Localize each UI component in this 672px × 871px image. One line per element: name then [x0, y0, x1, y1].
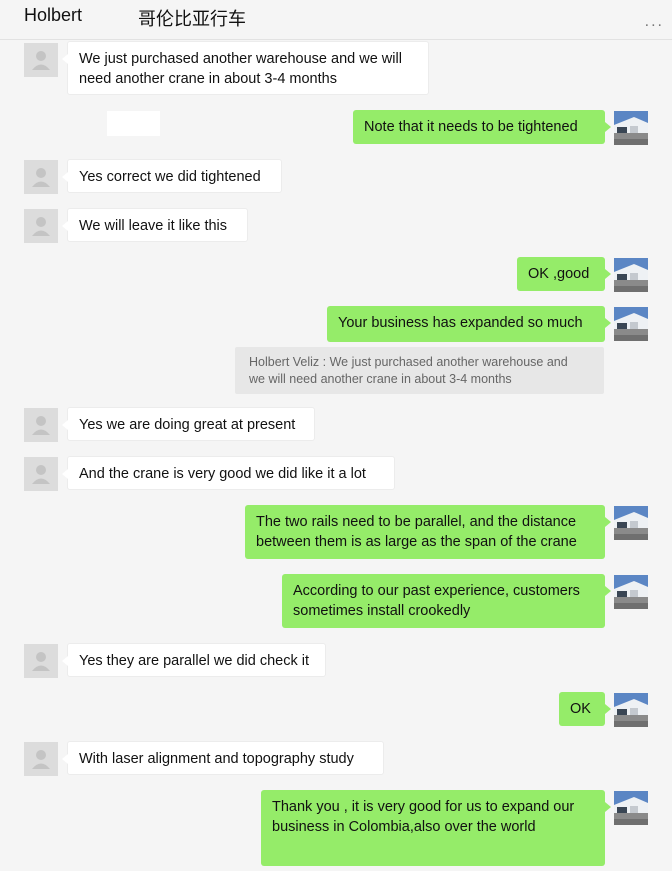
message-bubble-outgoing[interactable]: OK	[559, 692, 611, 726]
default-person-icon	[24, 43, 58, 77]
contact-avatar[interactable]	[24, 209, 58, 243]
default-person-icon	[24, 457, 58, 491]
message-bubble-outgoing[interactable]: The two rails need to be parallel, and t…	[245, 505, 611, 559]
contact-avatar[interactable]	[24, 742, 58, 776]
message-bubble-outgoing[interactable]: Your business has expanded so much	[327, 306, 611, 342]
my-avatar[interactable]	[614, 506, 648, 540]
more-options-icon[interactable]: ...	[645, 14, 664, 30]
my-avatar[interactable]	[614, 693, 648, 727]
warehouse-photo-avatar	[614, 307, 648, 341]
default-person-icon	[24, 408, 58, 442]
my-avatar[interactable]	[614, 575, 648, 609]
warehouse-photo-avatar	[614, 693, 648, 727]
contact-avatar[interactable]	[24, 43, 58, 77]
warehouse-photo-avatar	[614, 258, 648, 292]
warehouse-photo-avatar	[614, 791, 648, 825]
my-avatar[interactable]	[614, 307, 648, 341]
warehouse-photo-avatar	[614, 506, 648, 540]
message-bubble-incoming[interactable]: Yes they are parallel we did check it	[62, 643, 326, 677]
contact-name[interactable]: Holbert	[24, 5, 82, 26]
my-avatar[interactable]	[614, 258, 648, 292]
message-bubble-outgoing[interactable]: Note that it needs to be tightened	[353, 110, 611, 144]
message-bubble-incoming[interactable]: With laser alignment and topography stud…	[62, 741, 384, 775]
contact-avatar[interactable]	[24, 457, 58, 491]
message-bubble-outgoing[interactable]: OK ,good	[517, 257, 611, 291]
message-bubble-incoming[interactable]: And the crane is very good we did like i…	[62, 456, 395, 490]
warehouse-photo-avatar	[614, 575, 648, 609]
message-bubble-incoming[interactable]: We just purchased another warehouse and …	[62, 41, 429, 95]
my-avatar[interactable]	[614, 111, 648, 145]
default-person-icon	[24, 742, 58, 776]
message-bubble-incoming[interactable]: Yes correct we did tightened	[62, 159, 282, 193]
default-person-icon	[24, 160, 58, 194]
default-person-icon	[24, 644, 58, 678]
contact-remark: 哥伦比亚行车	[138, 9, 246, 30]
chat-header: Holbert 哥伦比亚行车 ...	[0, 0, 672, 40]
message-bubble-outgoing[interactable]: According to our past experience, custom…	[282, 574, 611, 628]
contact-avatar[interactable]	[24, 408, 58, 442]
contact-avatar[interactable]	[24, 160, 58, 194]
my-avatar[interactable]	[614, 791, 648, 825]
message-bubble-outgoing[interactable]: Thank you , it is very good for us to ex…	[261, 790, 611, 866]
default-person-icon	[24, 209, 58, 243]
quoted-message[interactable]: Holbert Veliz : We just purchased anothe…	[235, 347, 604, 394]
message-bubble-incoming[interactable]: We will leave it like this	[62, 208, 248, 242]
contact-avatar[interactable]	[24, 644, 58, 678]
warehouse-photo-avatar	[614, 111, 648, 145]
message-bubble-incoming[interactable]: Yes we are doing great at present	[62, 407, 315, 441]
blank-bubble	[107, 111, 160, 136]
